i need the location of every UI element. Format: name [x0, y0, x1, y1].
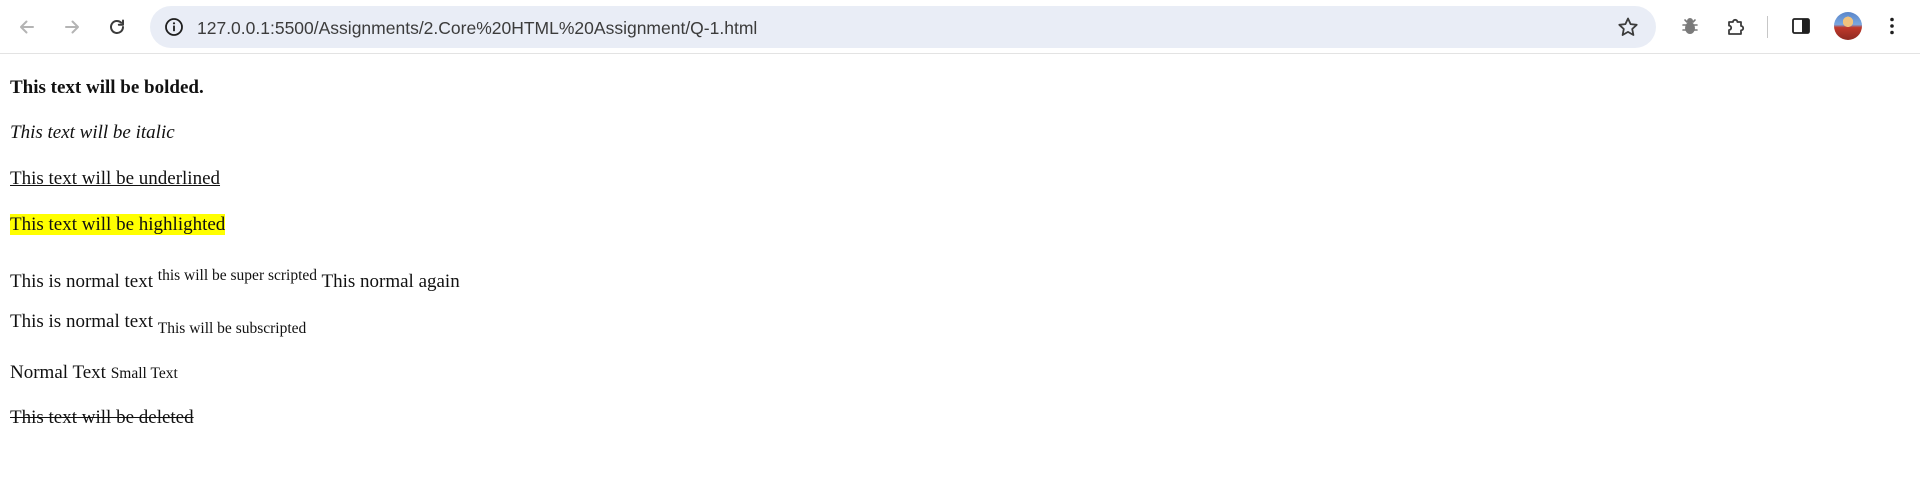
bold-text: This text will be bolded. — [10, 77, 204, 98]
normal-again-text: This normal again — [321, 271, 460, 292]
kebab-menu-icon — [1890, 17, 1894, 35]
reload-icon — [110, 19, 124, 34]
url-text[interactable]: 127.0.0.1:5500/Assignments/2.Core%20HTML… — [197, 18, 757, 38]
forward-button[interactable] — [55, 10, 89, 44]
profile-avatar[interactable] — [1834, 12, 1862, 40]
side-panel-button[interactable] — [1787, 12, 1815, 40]
subscript-line: This is normal text This will be subscri… — [10, 311, 306, 340]
normal-text: Normal Text — [10, 362, 106, 383]
address-bar[interactable]: 127.0.0.1:5500/Assignments/2.Core%20HTML… — [150, 6, 1656, 48]
browser-menu-button[interactable] — [1878, 12, 1906, 40]
extensions-button[interactable] — [1722, 12, 1750, 40]
extension-bug-button[interactable] — [1676, 12, 1704, 40]
italic-text: This text will be italic — [10, 122, 175, 143]
bookmark-button[interactable] — [1616, 16, 1640, 38]
highlighted-text: This text will be highlighted — [10, 214, 226, 235]
bug-icon — [1682, 18, 1698, 34]
back-button[interactable] — [10, 10, 44, 44]
browser-toolbar: 127.0.0.1:5500/Assignments/2.Core%20HTML… — [0, 0, 1920, 54]
puzzle-icon — [1728, 18, 1745, 35]
normal-text: This is normal text — [10, 311, 154, 332]
star-icon — [1618, 17, 1638, 36]
site-info-button[interactable] — [163, 16, 185, 38]
reload-button[interactable] — [100, 10, 134, 44]
underlined-text: This text will be underlined — [10, 168, 221, 189]
back-arrow-icon — [20, 20, 34, 34]
highlight-line: This text will be highlighted — [10, 214, 226, 236]
side-panel-icon — [1792, 18, 1810, 34]
superscript-line: This is normal text this will be super s… — [10, 265, 460, 293]
superscript-text: this will be super scripted — [157, 267, 318, 284]
normal-text: This is normal text — [10, 271, 154, 292]
small-text: Small Text — [110, 365, 178, 382]
deleted-text: This text will be deleted — [10, 407, 194, 428]
toolbar-divider — [1767, 16, 1768, 38]
info-icon — [165, 18, 183, 36]
forward-arrow-icon — [65, 20, 79, 34]
small-text-line: Normal Text Small Text — [10, 362, 178, 385]
subscript-text: This will be subscripted — [157, 320, 307, 337]
